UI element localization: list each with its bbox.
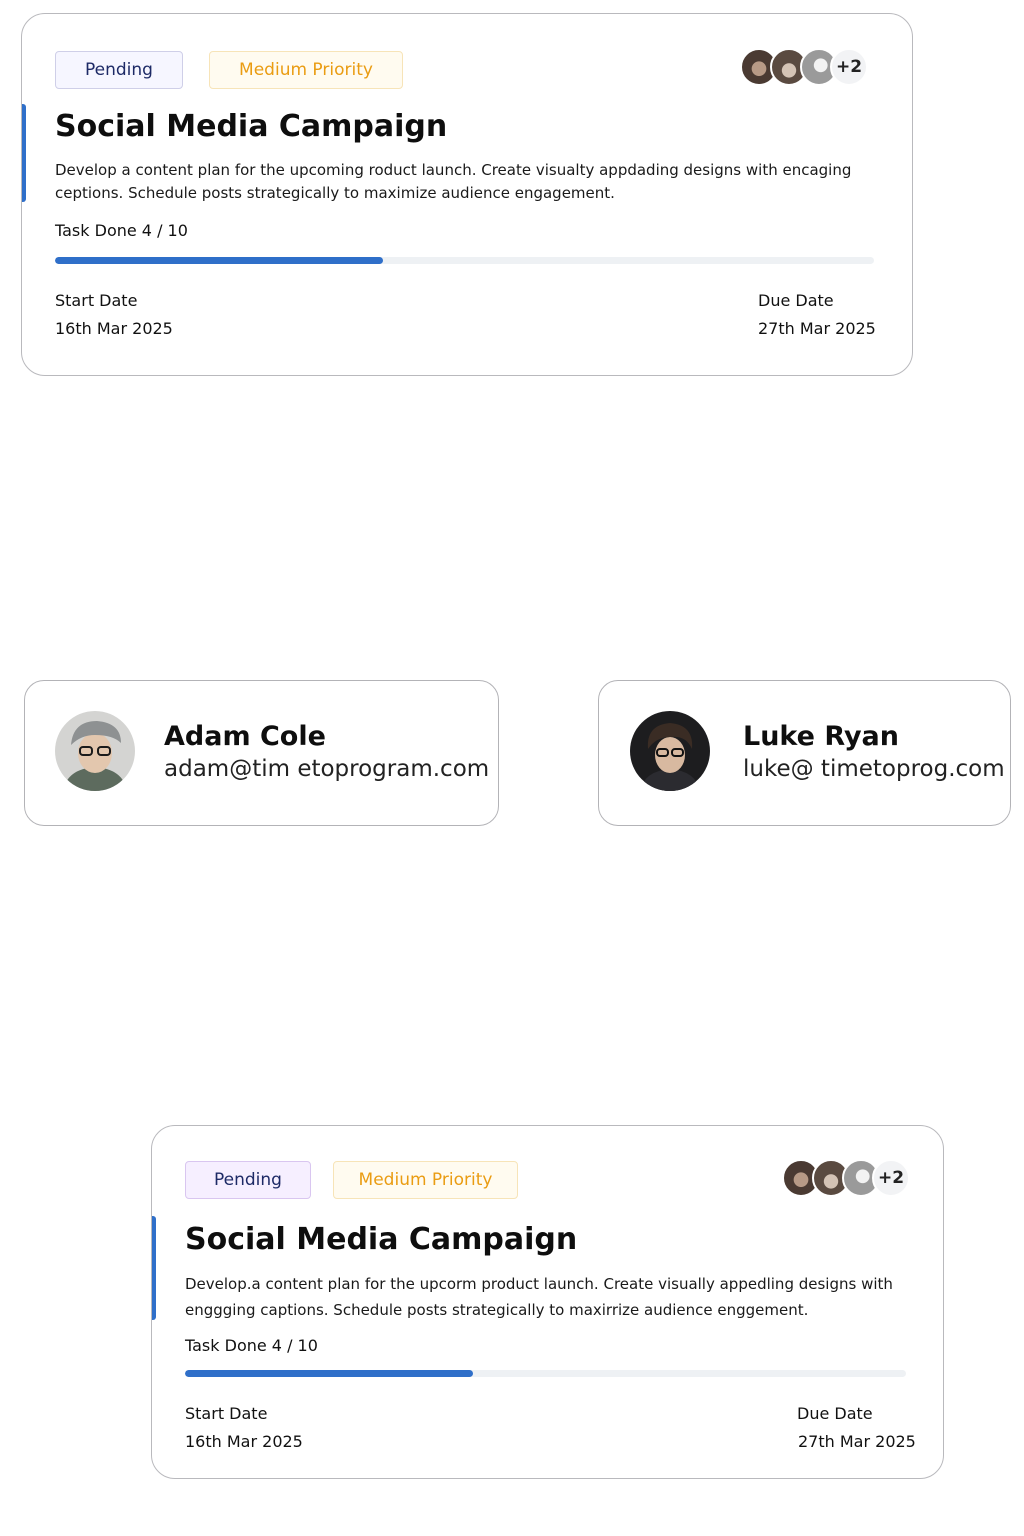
progress-bar-fill [55, 257, 383, 264]
task-card[interactable]: Pending Medium Priority +2 Social Media … [21, 13, 913, 376]
user-card[interactable]: Adam Cole adam@tim etoprogram.com [24, 680, 499, 826]
progress-bar-fill [185, 1370, 474, 1377]
more-assignees-count[interactable]: +2 [830, 48, 868, 86]
due-date-label: Due Date [758, 291, 834, 310]
avatar-icon [630, 711, 710, 791]
card-description: Develop a content plan for the upcoming … [55, 161, 852, 202]
user-name: Luke Ryan [743, 721, 899, 752]
card-title: Social Media Campaign [55, 109, 448, 144]
user-email[interactable]: adam@tim etoprogram.com [164, 756, 489, 782]
progress-bar [185, 1370, 906, 1377]
task-progress-label: Task Done 4 / 10 [185, 1336, 318, 1355]
status-badge[interactable]: Pending [55, 51, 183, 89]
due-date-label: Due Date [797, 1404, 873, 1423]
priority-badge[interactable]: Medium Priority [333, 1161, 518, 1199]
card-accent-bar [152, 1216, 156, 1320]
start-date-value: 16th Mar 2025 [55, 319, 173, 338]
card-title: Social Media Campaign [185, 1222, 578, 1257]
task-card[interactable]: Pending Medium Priority +2 Social Media … [151, 1125, 944, 1479]
due-date-value: 27th Mar 2025 [758, 319, 876, 338]
card-accent-bar [22, 104, 26, 202]
assignee-avatars[interactable]: +2 [740, 48, 868, 86]
card-description: Develop.a content plan for the upcorm pr… [185, 1275, 893, 1319]
start-date-label: Start Date [185, 1404, 268, 1423]
avatar-icon [55, 711, 135, 791]
priority-badge[interactable]: Medium Priority [209, 51, 403, 89]
assignee-avatars[interactable]: +2 [782, 1159, 910, 1197]
start-date-value: 16th Mar 2025 [185, 1432, 303, 1451]
progress-bar [55, 257, 874, 264]
task-progress-label: Task Done 4 / 10 [55, 221, 188, 240]
user-card[interactable]: Luke Ryan luke@ timetoprog.com [598, 680, 1011, 826]
user-name: Adam Cole [164, 721, 326, 752]
status-badge[interactable]: Pending [185, 1161, 311, 1199]
start-date-label: Start Date [55, 291, 138, 310]
due-date-value: 27th Mar 2025 [798, 1432, 916, 1451]
more-assignees-count[interactable]: +2 [872, 1159, 910, 1197]
user-email[interactable]: luke@ timetoprog.com [743, 756, 1005, 782]
